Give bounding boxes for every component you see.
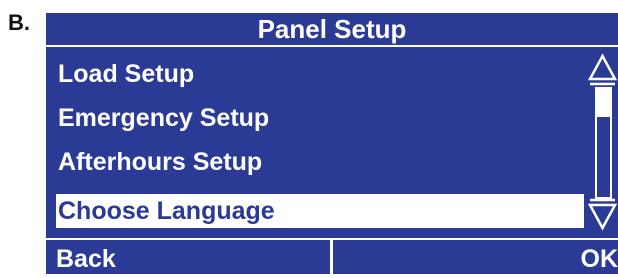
figure-label: B. [8, 10, 30, 35]
scroll-thumb[interactable] [595, 115, 612, 199]
menu-item-choose-language[interactable]: Choose Language [56, 194, 584, 228]
scrollbar[interactable] [587, 49, 618, 235]
back-button[interactable]: Back [56, 240, 326, 274]
softkey-row: Back OK [46, 238, 618, 274]
scroll-up-icon[interactable] [587, 53, 618, 87]
scroll-down-icon[interactable] [587, 197, 618, 231]
menu-item-load-setup[interactable]: Load Setup [56, 57, 584, 91]
scroll-track[interactable] [595, 87, 612, 199]
screen-title: Panel Setup [46, 13, 618, 47]
menu-item-afterhours-setup[interactable]: Afterhours Setup [56, 145, 584, 179]
softkey-divider [330, 240, 333, 274]
panel-setup-screen: Panel Setup Load Setup Emergency Setup A… [46, 13, 618, 274]
ok-button[interactable]: OK [334, 240, 618, 274]
menu-item-emergency-setup[interactable]: Emergency Setup [56, 101, 584, 135]
